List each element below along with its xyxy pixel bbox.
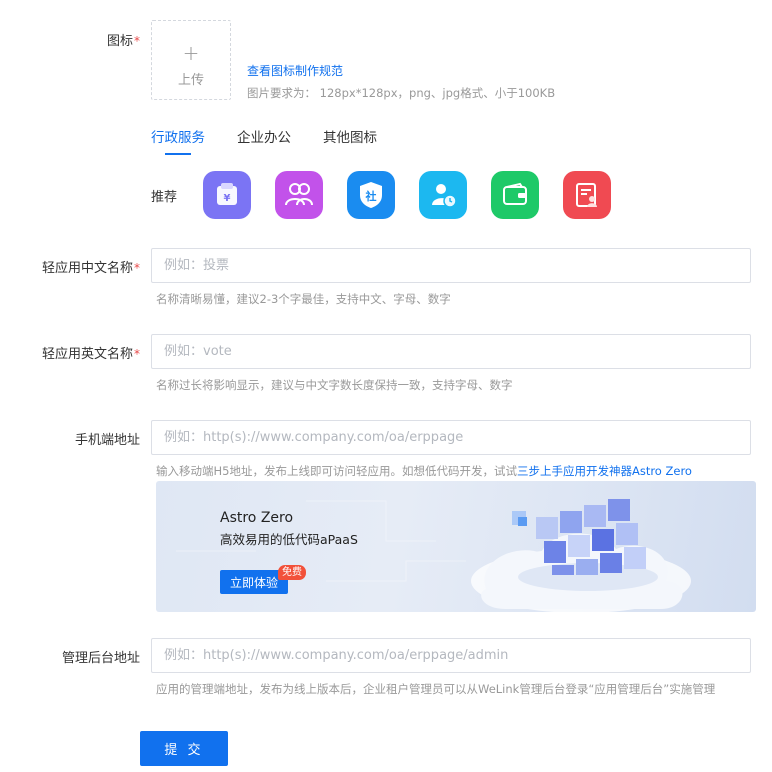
icon-category-tabs: 行政服务 企业办公 其他图标 [151, 126, 409, 156]
icon-requirement-text: 图片要求为： 128px*128px，png、jpg格式、小于100KB [247, 86, 556, 100]
cn-name-label-text: 轻应用中文名称 [41, 261, 133, 276]
icon-field-label: 图标* [107, 30, 140, 49]
en-name-hint: 名称过长将影响显示，建议与中文字数长度保持一致，支持字母、数字 [156, 378, 513, 392]
icon-field-label-text: 图标 [106, 34, 133, 49]
admin-url-label: 管理后台地址 [61, 651, 140, 666]
tab-other-icons[interactable]: 其他图标 [323, 126, 377, 155]
icon-upload-box[interactable]: + 上传 [151, 20, 231, 100]
user-document-icon[interactable] [563, 171, 611, 219]
svg-text:¥: ¥ [224, 193, 231, 204]
mobile-url-input[interactable] [151, 420, 751, 455]
plus-icon: + [182, 41, 200, 65]
cn-name-label: 轻应用中文名称* [42, 257, 140, 276]
recommend-label: 推荐 [151, 190, 178, 205]
required-mark: * [134, 261, 140, 275]
mobile-url-hint-text: 输入移动端H5地址，发布上线即可访问轻应用。如想低代码开发，试试 [156, 464, 517, 478]
mobile-url-label: 手机端地址 [74, 433, 140, 448]
astro-zero-banner[interactable]: Astro Zero 高效易用的低代码aPaaS 立即体验 免费 [156, 481, 756, 612]
astro-zero-link[interactable]: 三步上手应用开发神器Astro Zero [517, 464, 692, 478]
banner-subtitle: 高效易用的低代码aPaaS [220, 532, 358, 547]
tab-enterprise-office[interactable]: 企业办公 [237, 126, 291, 155]
icon-spec-link[interactable]: 查看图标制作规范 [247, 62, 343, 79]
banner-title: Astro Zero [220, 510, 294, 526]
required-mark: * [134, 347, 140, 361]
required-mark: * [134, 34, 140, 48]
svg-text:社: 社 [365, 189, 377, 203]
admin-url-input[interactable] [151, 638, 751, 673]
cn-name-input[interactable] [151, 248, 751, 283]
en-name-input[interactable] [151, 334, 751, 369]
user-clock-icon[interactable] [419, 171, 467, 219]
mobile-url-hint: 输入移动端H5地址，发布上线即可访问轻应用。如想低代码开发，试试三步上手应用开发… [156, 463, 692, 479]
tab-admin-services[interactable]: 行政服务 [151, 126, 205, 155]
admin-url-hint: 应用的管理端地址，发布为线上版本后，企业租户管理员可以从WeLink管理后台登录… [156, 682, 716, 696]
en-name-label-text: 轻应用英文名称 [41, 347, 133, 362]
users-icon[interactable] [275, 171, 323, 219]
upload-label: 上传 [177, 73, 204, 88]
free-badge: 免费 [278, 565, 306, 580]
cn-name-hint: 名称清晰易懂，建议2-3个字最佳，支持中文、字母、数字 [156, 292, 451, 306]
en-name-label: 轻应用英文名称* [42, 343, 140, 362]
wallet-icon[interactable] [491, 171, 539, 219]
social-shield-icon[interactable]: 社 [347, 171, 395, 219]
wallet-yen-icon[interactable]: ¥ [203, 171, 251, 219]
submit-button[interactable]: 提 交 [140, 731, 228, 766]
